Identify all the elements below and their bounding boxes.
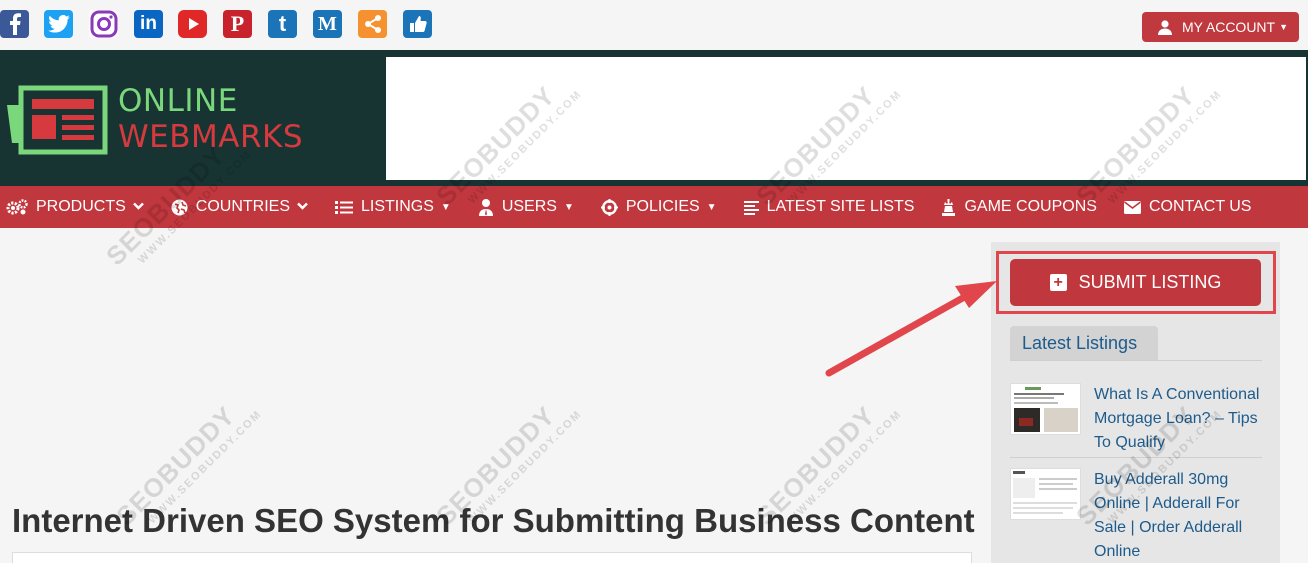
caret-down-icon: ▼ [563,201,574,213]
list-icon [335,200,354,215]
share-icon[interactable] [358,10,387,38]
tab-divider [1010,360,1262,361]
instagram-icon[interactable] [89,10,118,38]
my-account-button[interactable]: MY ACCOUNT ▼ [1142,12,1299,42]
user-icon [1158,19,1172,35]
like-icon[interactable] [403,10,432,38]
nav-contact-us[interactable]: CONTACT US [1123,186,1252,228]
logo-text-online: ONLINE [118,83,238,119]
caret-down-icon: ▼ [706,201,717,213]
chess-icon [941,198,956,216]
nav-products[interactable]: PRODUCTS [6,186,144,228]
nav-policies[interactable]: POLICIES ▼ [600,186,717,228]
newspaper-logo-icon [7,85,108,155]
lines-icon [743,200,759,215]
nav-game-coupons-label: GAME COUPONS [964,198,1097,215]
listing-thumbnail[interactable] [1010,383,1081,435]
cogs-icon [6,199,28,215]
tab-latest-listings[interactable]: Latest Listings [1010,326,1158,360]
pinterest-icon[interactable]: P [223,10,252,38]
nav-users[interactable]: USERS ▼ [478,186,574,228]
my-account-label: MY ACCOUNT [1182,19,1276,35]
annotation-highlight-box [996,251,1276,314]
top-bar: in P t M MY ACCOUNT ▼ [0,0,1308,50]
nav-products-label: PRODUCTS [36,198,126,215]
user-tie-icon [478,198,494,216]
nav-listings-label: LISTINGS [361,198,434,215]
facebook-icon[interactable] [0,10,29,38]
envelope-icon [1123,200,1141,214]
twitter-icon[interactable] [44,10,73,38]
tumblr-icon[interactable]: t [268,10,297,38]
nav-users-label: USERS [501,198,557,215]
caret-down-icon: ▼ [1279,22,1289,32]
medium-icon[interactable]: M [313,10,342,38]
nav-contact-us-label: CONTACT US [1148,198,1252,215]
linkedin-icon[interactable]: in [134,10,163,38]
youtube-icon[interactable] [178,10,207,38]
content-box [12,552,972,563]
nav-policies-label: POLICIES [625,198,700,215]
listing-thumbnail[interactable] [1010,468,1081,520]
crosshair-icon [600,198,618,216]
chevron-down-icon [297,202,308,213]
